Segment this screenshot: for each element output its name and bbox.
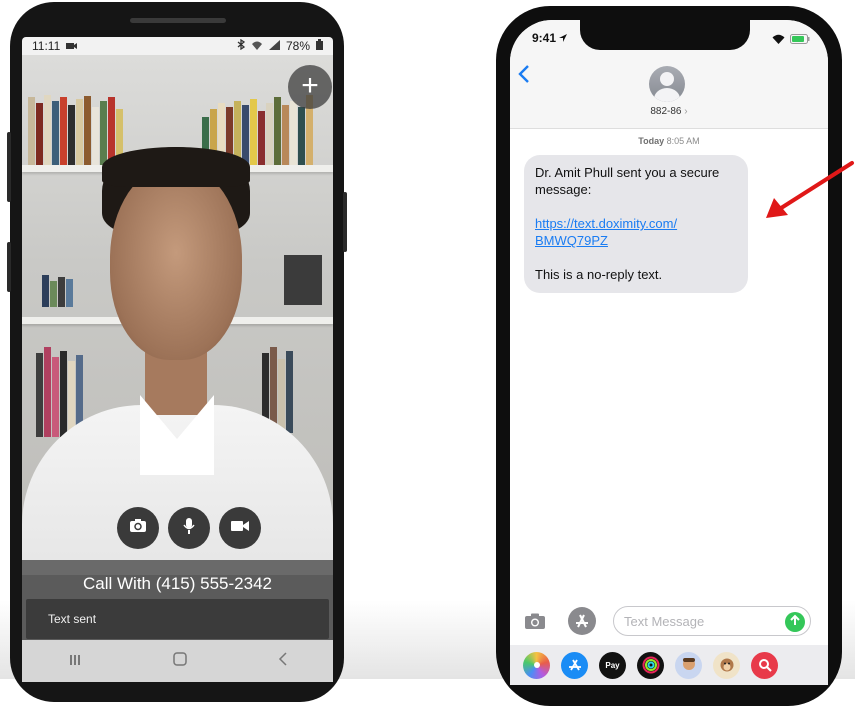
bixby-button (7, 242, 11, 292)
incoming-message-bubble: Dr. Amit Phull sent you a secure message… (524, 155, 748, 293)
chevron-left-icon (518, 63, 530, 90)
send-arrow-icon (789, 613, 801, 631)
android-nav-bar (22, 640, 333, 682)
home-icon[interactable] (172, 652, 187, 670)
android-screen: 11:11 78% + Call With (415) 555-2342 Tex… (22, 37, 333, 682)
earpiece-speaker (130, 18, 226, 23)
person-hairline (102, 147, 250, 187)
text-sent-toast: Text sent (26, 599, 329, 639)
video-camera-icon (231, 519, 249, 537)
memoji-app-icon[interactable] (675, 651, 702, 679)
camera-icon[interactable] (524, 613, 546, 635)
app-store-app-icon[interactable] (561, 651, 588, 679)
message-text-intro: Dr. Amit Phull sent you a secure message… (535, 165, 720, 197)
secure-message-link[interactable]: https://text.doximity.com/ BMWQ79PZ (535, 215, 738, 249)
bluetooth-icon (237, 38, 246, 53)
power-button (343, 192, 347, 252)
ios-status-icons (772, 31, 810, 49)
recent-apps-icon[interactable] (68, 653, 82, 670)
flip-camera-button[interactable] (117, 507, 159, 549)
ios-location-icon (559, 31, 568, 45)
battery-percent: 78% (285, 39, 310, 53)
timestamp-time: 8:05 AM (666, 136, 700, 146)
apple-pay-label: Pay (605, 660, 620, 670)
call-controls (117, 507, 261, 549)
plus-icon: + (301, 69, 319, 102)
call-title: Call With (415) 555-2342 (83, 574, 272, 593)
message-compose-row (510, 605, 828, 639)
bookshelf-books-middle (42, 275, 73, 307)
android-screenshot-icon (66, 39, 78, 53)
add-participant-button[interactable]: + (288, 65, 332, 109)
bookshelf-books-top (28, 95, 123, 167)
volume-button (7, 132, 11, 202)
ios-time-text: 9:41 (532, 31, 557, 45)
video-toggle-button[interactable] (219, 507, 261, 549)
contact-number-text: 882-86 (650, 106, 682, 117)
wifi-icon (251, 39, 263, 53)
timestamp-day: Today (638, 136, 665, 146)
iphone-notch (580, 20, 750, 50)
message-text-footer: This is a no-reply text. (535, 267, 663, 282)
android-status-bar: 11:11 78% (22, 37, 333, 55)
chevron-right-icon: › (684, 106, 688, 117)
android-phone: 11:11 78% + Call With (415) 555-2342 Tex… (7, 2, 347, 702)
iphone: 9:41 882-86 › Today 8:05 AM Dr. Amit Phu… (496, 6, 842, 706)
microphone-icon (182, 517, 196, 540)
animoji-app-icon[interactable] (713, 651, 740, 679)
iphone-screen: 9:41 882-86 › Today 8:05 AM Dr. Amit Phu… (510, 20, 828, 685)
battery-icon (316, 39, 323, 53)
flip-camera-icon (129, 518, 147, 538)
ios-status-time: 9:41 (532, 31, 568, 45)
ios-wifi-icon (772, 31, 785, 49)
signal-icon (268, 39, 280, 53)
send-button[interactable] (785, 612, 805, 632)
remote-video-feed (22, 55, 333, 575)
back-icon[interactable] (278, 652, 288, 670)
apple-pay-icon[interactable]: Pay (599, 651, 626, 679)
ios-battery-icon (790, 31, 810, 49)
imessage-app-drawer: Pay (510, 645, 828, 685)
annotation-arrow (760, 160, 855, 230)
back-button[interactable] (518, 64, 530, 89)
app-store-icon[interactable] (568, 607, 596, 635)
message-input[interactable] (613, 606, 811, 636)
mute-button[interactable] (168, 507, 210, 549)
contact-number[interactable]: 882-86 › (510, 106, 828, 117)
fitness-app-icon[interactable] (637, 651, 664, 679)
message-timestamp: Today 8:05 AM (510, 136, 828, 146)
person-coat (22, 405, 333, 575)
status-time: 11:11 (32, 39, 61, 53)
photos-app-icon[interactable] (523, 651, 550, 679)
search-images-app-icon[interactable] (751, 651, 778, 679)
contact-avatar[interactable] (649, 66, 685, 102)
person-face (110, 165, 242, 360)
red-arrow-icon (760, 161, 855, 229)
bookshelf-box (284, 255, 322, 305)
messages-header: 9:41 882-86 › (510, 20, 828, 129)
